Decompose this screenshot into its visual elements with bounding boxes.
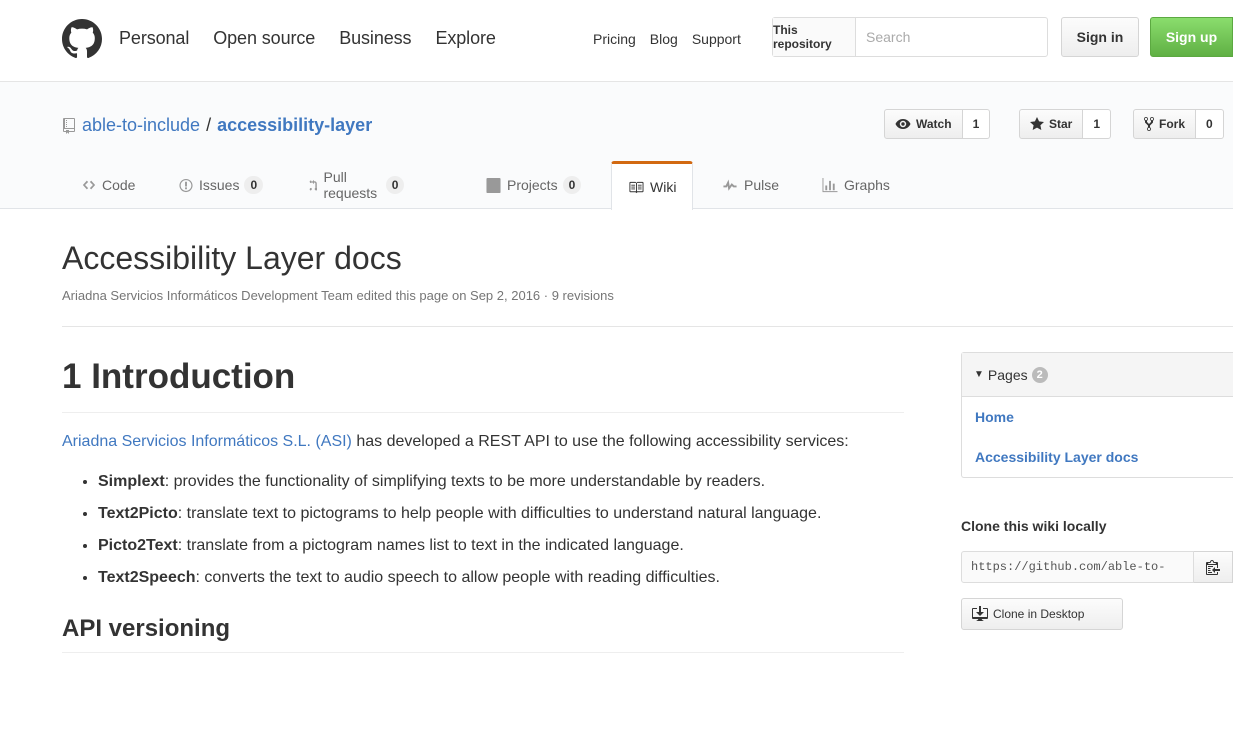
github-logo-icon[interactable] — [62, 19, 102, 59]
tab-issues[interactable]: Issues 0 — [179, 161, 264, 209]
watch-count[interactable]: 1 — [962, 109, 991, 139]
tab-wiki[interactable]: Wiki — [611, 161, 694, 210]
book-icon — [629, 181, 644, 193]
project-icon — [486, 177, 501, 193]
pulse-icon — [723, 179, 737, 191]
repo-header: able-to-include / accessibility-layer Wa… — [0, 82, 1233, 210]
service-desc: : translate text to pictograms to help p… — [177, 505, 822, 522]
main-nav: Personal Open source Business Explore — [119, 28, 520, 49]
nav-blog[interactable]: Blog — [650, 31, 678, 47]
section-heading-api-versioning: API versioning — [62, 615, 904, 653]
issues-counter: 0 — [244, 176, 264, 194]
pages-counter: 2 — [1031, 366, 1048, 383]
service-desc: : translate from a pictogram names list … — [177, 537, 684, 554]
pages-label: Pages — [987, 366, 1028, 383]
repo-name-link[interactable]: accessibility-layer — [217, 115, 372, 136]
list-item: Text2Picto: translate text to pictograms… — [98, 501, 904, 527]
intro-paragraph: Ariadna Servicios Informáticos S.L. (ASI… — [62, 429, 904, 455]
graph-icon — [822, 177, 838, 192]
fork-count[interactable]: 0 — [1196, 109, 1224, 139]
repo-title: able-to-include / accessibility-layer — [62, 115, 372, 136]
star-button[interactable]: Star — [1019, 109, 1084, 139]
tab-pull-requests-label: Pull requests — [323, 169, 378, 201]
nav-business[interactable]: Business — [339, 28, 411, 49]
watch-group: Watch 1 — [884, 109, 991, 139]
fork-button[interactable]: Fork — [1133, 109, 1197, 139]
repo-icon — [63, 117, 75, 134]
tab-projects-label: Projects — [507, 177, 558, 193]
search-input[interactable] — [856, 18, 1047, 56]
service-name: Text2Picto — [98, 505, 178, 522]
sign-in-button[interactable]: Sign in — [1061, 17, 1139, 57]
repo-separator: / — [206, 115, 212, 135]
clone-url-field[interactable]: https://github.com/able-to- — [961, 551, 1194, 583]
service-name: Simplext — [98, 473, 165, 490]
issue-opened-icon — [179, 178, 193, 192]
copy-to-clipboard-button[interactable] — [1194, 551, 1233, 583]
tab-pulse[interactable]: Pulse — [722, 161, 779, 209]
intro-text: has developed a REST API to use the foll… — [351, 433, 849, 450]
header-divider — [62, 326, 1233, 327]
page-link-home[interactable]: Home — [962, 397, 1233, 437]
watch-label: Watch — [916, 117, 952, 131]
service-name: Text2Speech — [98, 569, 196, 586]
clone-wiki-heading: Clone this wiki locally — [961, 518, 1107, 534]
watch-button[interactable]: Watch — [884, 109, 963, 139]
pages-toggle[interactable]: ▼ Pages 2 — [962, 353, 1233, 397]
list-item: Picto2Text: translate from a pictogram n… — [98, 533, 904, 559]
fork-group: Fork 0 — [1133, 109, 1224, 139]
eye-icon — [895, 119, 911, 129]
tab-issues-label: Issues — [199, 177, 240, 193]
sign-up-button[interactable]: Sign up — [1150, 17, 1233, 57]
search-scope-badge: This repository — [773, 18, 856, 56]
wiki-body: 1 Introduction Ariadna Servicios Informá… — [62, 355, 904, 653]
tab-code[interactable]: Code — [82, 161, 135, 209]
pulls-counter: 0 — [385, 176, 405, 194]
clippy-icon — [1206, 560, 1220, 575]
tab-graphs-label: Graphs — [844, 177, 890, 193]
star-icon — [1030, 117, 1044, 130]
tab-projects[interactable]: Projects 0 — [486, 161, 582, 209]
service-name: Picto2Text — [98, 537, 178, 554]
secondary-nav: Pricing Blog Support — [593, 31, 755, 47]
nav-personal[interactable]: Personal — [119, 28, 189, 49]
nav-open-source[interactable]: Open source — [213, 28, 315, 49]
tab-wiki-label: Wiki — [650, 179, 677, 195]
list-item: Text2Speech: converts the text to audio … — [98, 565, 904, 591]
section-heading-introduction: 1 Introduction — [62, 355, 904, 413]
nav-support[interactable]: Support — [692, 31, 741, 47]
star-count[interactable]: 1 — [1083, 109, 1112, 139]
nav-pricing[interactable]: Pricing — [593, 31, 636, 47]
projects-counter: 0 — [562, 176, 582, 194]
tab-graphs[interactable]: Graphs — [822, 161, 890, 209]
triangle-down-icon: ▼ — [974, 369, 984, 380]
star-label: Star — [1049, 117, 1073, 131]
pages-panel: ▼ Pages 2 Home Accessibility Layer docs — [961, 352, 1233, 478]
desktop-download-icon — [972, 606, 988, 621]
page-link-accessibility-layer-docs[interactable]: Accessibility Layer docs — [962, 437, 1233, 477]
tab-code-label: Code — [102, 177, 136, 193]
page-edit-meta: Ariadna Servicios Informáticos Developme… — [62, 288, 614, 303]
clone-in-desktop-button[interactable]: Clone in Desktop — [961, 598, 1123, 630]
tab-pulse-label: Pulse — [744, 177, 780, 193]
clone-desktop-label: Clone in Desktop — [993, 607, 1085, 621]
nav-explore[interactable]: Explore — [435, 28, 495, 49]
tab-pull-requests[interactable]: Pull requests 0 — [309, 161, 405, 209]
page-title: Accessibility Layer docs — [62, 240, 402, 276]
service-desc: : converts the text to audio speech to a… — [195, 569, 720, 586]
repo-owner-link[interactable]: able-to-include — [82, 115, 200, 136]
pull-request-icon — [309, 179, 318, 190]
services-list: Simplext: provides the functionality of … — [62, 469, 904, 591]
site-search: This repository — [772, 17, 1048, 57]
fork-icon — [1144, 116, 1154, 131]
code-icon — [82, 180, 96, 190]
star-group: Star 1 — [1019, 109, 1112, 139]
site-header: Personal Open source Business Explore Pr… — [0, 0, 1233, 82]
asi-link[interactable]: Ariadna Servicios Informáticos S.L. (ASI… — [62, 433, 352, 450]
list-item: Simplext: provides the functionality of … — [98, 469, 904, 495]
service-desc: : provides the functionality of simplify… — [164, 473, 766, 490]
fork-label: Fork — [1159, 117, 1186, 131]
